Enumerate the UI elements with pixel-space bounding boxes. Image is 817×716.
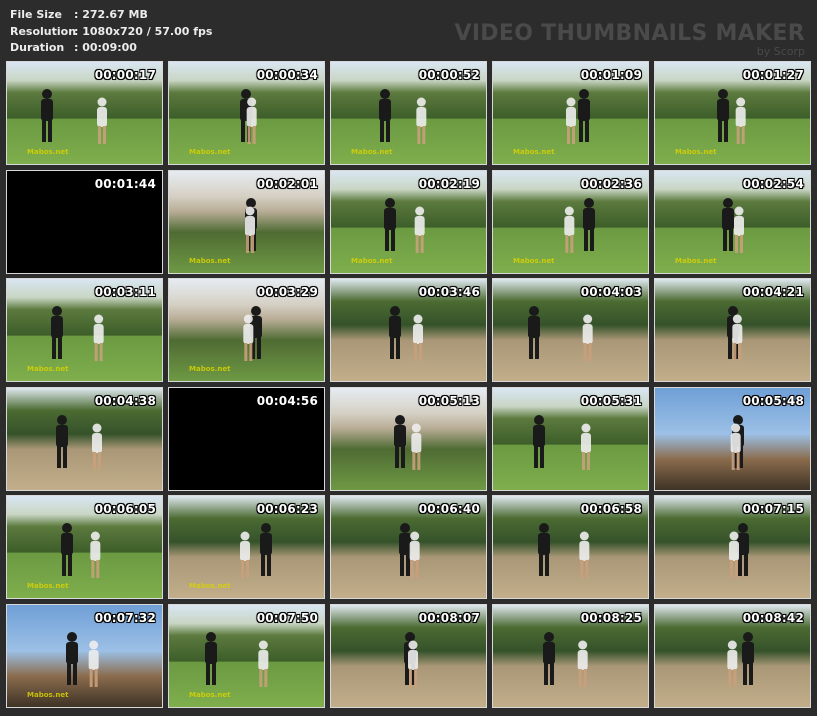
thumbnail-watermark: Mabos.net — [189, 256, 231, 265]
info-value: : 00:09:00 — [74, 41, 137, 54]
thumbnail-tile[interactable]: 00:07:50 Mabos.net — [168, 603, 325, 708]
info-label: File Size — [10, 8, 62, 21]
thumbnail-timestamp: 00:06:23 — [256, 502, 318, 516]
brand-subtitle: by Scorp — [756, 45, 805, 58]
thumbnail-watermark: Mabos.net — [189, 690, 231, 699]
thumbnail-timestamp: 00:03:29 — [256, 285, 318, 299]
thumbnail-tile[interactable]: 00:02:19 Mabos.net — [330, 169, 487, 274]
thumbnail-timestamp: 00:05:48 — [742, 393, 804, 408]
thumbnail-timestamp: 00:04:38 — [94, 393, 156, 408]
thumbnail-timestamp: 00:04:03 — [580, 285, 642, 299]
thumbnail-timestamp: 00:05:31 — [580, 393, 642, 408]
thumbnail-timestamp: 00:01:27 — [742, 68, 804, 82]
thumbnail-tile[interactable]: 00:03:46 — [330, 278, 487, 382]
thumbnail-watermark: Mabos.net — [189, 365, 231, 373]
thumbnail-timestamp: 00:00:34 — [256, 68, 318, 82]
thumbnail-timestamp: 00:08:07 — [418, 610, 480, 625]
info-row-resolution: Resolution : 1080x720 / 57.00 fps — [10, 24, 212, 41]
thumbnail-tile[interactable]: 00:00:34 Mabos.net — [168, 61, 325, 165]
thumbnail-timestamp: 00:05:13 — [418, 393, 480, 408]
thumbnail-tile[interactable]: 00:01:27 Mabos.net — [654, 61, 811, 165]
thumbnail-tile[interactable]: 00:05:13 — [330, 386, 487, 491]
info-row-duration: Duration : 00:09:00 — [10, 40, 212, 57]
thumbnail-timestamp: 00:00:52 — [418, 68, 480, 82]
thumbnail-tile[interactable]: 00:01:44 — [6, 169, 163, 274]
thumbnail-watermark: Mabos.net — [27, 365, 69, 373]
thumbnail-tile[interactable]: 00:02:01 Mabos.net — [168, 169, 325, 274]
thumbnail-grid: 00:00:17 Mabos.net 00:00:34 Mabos.net 00:00:… — [6, 61, 811, 708]
info-value: : 272.67 MB — [74, 8, 148, 21]
info-value: : 1080x720 / 57.00 fps — [74, 24, 213, 38]
thumbnail-timestamp: 00:08:25 — [580, 610, 642, 625]
thumbnail-tile[interactable]: 00:07:15 — [654, 495, 811, 599]
thumbnail-tile[interactable]: 00:06:40 — [330, 495, 487, 599]
thumbnail-timestamp: 00:03:11 — [94, 285, 156, 299]
thumbnail-timestamp: 00:04:56 — [256, 393, 318, 408]
thumbnail-tile[interactable]: 00:08:07 — [330, 603, 487, 708]
thumbnail-timestamp: 00:08:42 — [742, 610, 804, 625]
thumbnail-timestamp: 00:02:01 — [256, 176, 318, 191]
info-label: Resolution — [10, 24, 77, 38]
file-info-panel: File Size : 272.67 MB Resolution : 1080x… — [10, 7, 212, 57]
thumbnail-watermark: Mabos.net — [27, 148, 69, 156]
thumbnail-watermark: Mabos.net — [351, 148, 393, 156]
thumbnail-timestamp: 00:02:19 — [418, 176, 480, 191]
thumbnail-timestamp: 00:02:36 — [580, 176, 642, 191]
thumbnail-watermark: Mabos.net — [189, 582, 231, 590]
thumbnail-watermark: Mabos.net — [675, 148, 717, 156]
thumbnail-timestamp: 00:07:15 — [742, 502, 804, 516]
thumbnail-tile[interactable]: 00:00:52 Mabos.net — [330, 61, 487, 165]
thumbnail-tile[interactable]: 00:04:03 — [492, 278, 649, 382]
info-row-file-size: File Size : 272.67 MB — [10, 7, 212, 24]
thumbnail-watermark: Mabos.net — [189, 148, 231, 156]
thumbnail-tile[interactable]: 00:06:05 Mabos.net — [6, 495, 163, 599]
thumbnail-watermark: Mabos.net — [27, 582, 69, 590]
info-label: Duration — [10, 41, 65, 54]
thumbnail-timestamp: 00:06:05 — [94, 502, 156, 516]
thumbnail-tile[interactable]: 00:05:48 — [654, 386, 811, 491]
thumbnail-timestamp: 00:07:50 — [256, 610, 318, 625]
thumbnail-watermark: Mabos.net — [513, 148, 555, 156]
thumbnail-timestamp: 00:00:17 — [94, 68, 156, 82]
thumbnail-timestamp: 00:04:21 — [742, 285, 804, 299]
thumbnail-timestamp: 00:06:40 — [418, 502, 480, 516]
thumbnail-tile[interactable]: 00:01:09 Mabos.net — [492, 61, 649, 165]
thumbnail-timestamp: 00:07:32 — [94, 610, 156, 625]
thumbnail-timestamp: 00:02:54 — [742, 176, 804, 191]
thumbnail-tile[interactable]: 00:03:29 Mabos.net — [168, 278, 325, 382]
thumbnail-tile[interactable]: 00:02:54 Mabos.net — [654, 169, 811, 274]
thumbnail-tile[interactable]: 00:02:36 Mabos.net — [492, 169, 649, 274]
thumbnail-watermark: Mabos.net — [513, 256, 555, 265]
thumbnail-tile[interactable]: 00:05:31 — [492, 386, 649, 491]
thumbnail-watermark: Mabos.net — [675, 256, 717, 265]
thumbnail-tile[interactable]: 00:06:58 — [492, 495, 649, 599]
thumbnail-tile[interactable]: 00:04:56 — [168, 386, 325, 491]
thumbnail-watermark: Mabos.net — [351, 256, 393, 265]
thumbnail-tile[interactable]: 00:04:21 — [654, 278, 811, 382]
thumbnail-tile[interactable]: 00:06:23 Mabos.net — [168, 495, 325, 599]
thumbnail-tile[interactable]: 00:08:25 — [492, 603, 649, 708]
brand-title: VIDEO THUMBNAILS MAKER — [454, 21, 805, 46]
thumbnail-tile[interactable]: 00:04:38 — [6, 386, 163, 491]
thumbnail-tile[interactable]: 00:07:32 Mabos.net — [6, 603, 163, 708]
thumbnail-tile[interactable]: 00:00:17 Mabos.net — [6, 61, 163, 165]
thumbnail-tile[interactable]: 00:03:11 Mabos.net — [6, 278, 163, 382]
thumbnail-timestamp: 00:06:58 — [580, 502, 642, 516]
thumbnail-timestamp: 00:01:44 — [94, 176, 156, 191]
thumbnail-tile[interactable]: 00:08:42 — [654, 603, 811, 708]
thumbnail-timestamp: 00:03:46 — [418, 285, 480, 299]
brand-watermark: VIDEO THUMBNAILS MAKER by Scorp — [455, 22, 806, 58]
thumbnail-timestamp: 00:01:09 — [580, 68, 642, 82]
thumbnail-watermark: Mabos.net — [27, 690, 69, 699]
